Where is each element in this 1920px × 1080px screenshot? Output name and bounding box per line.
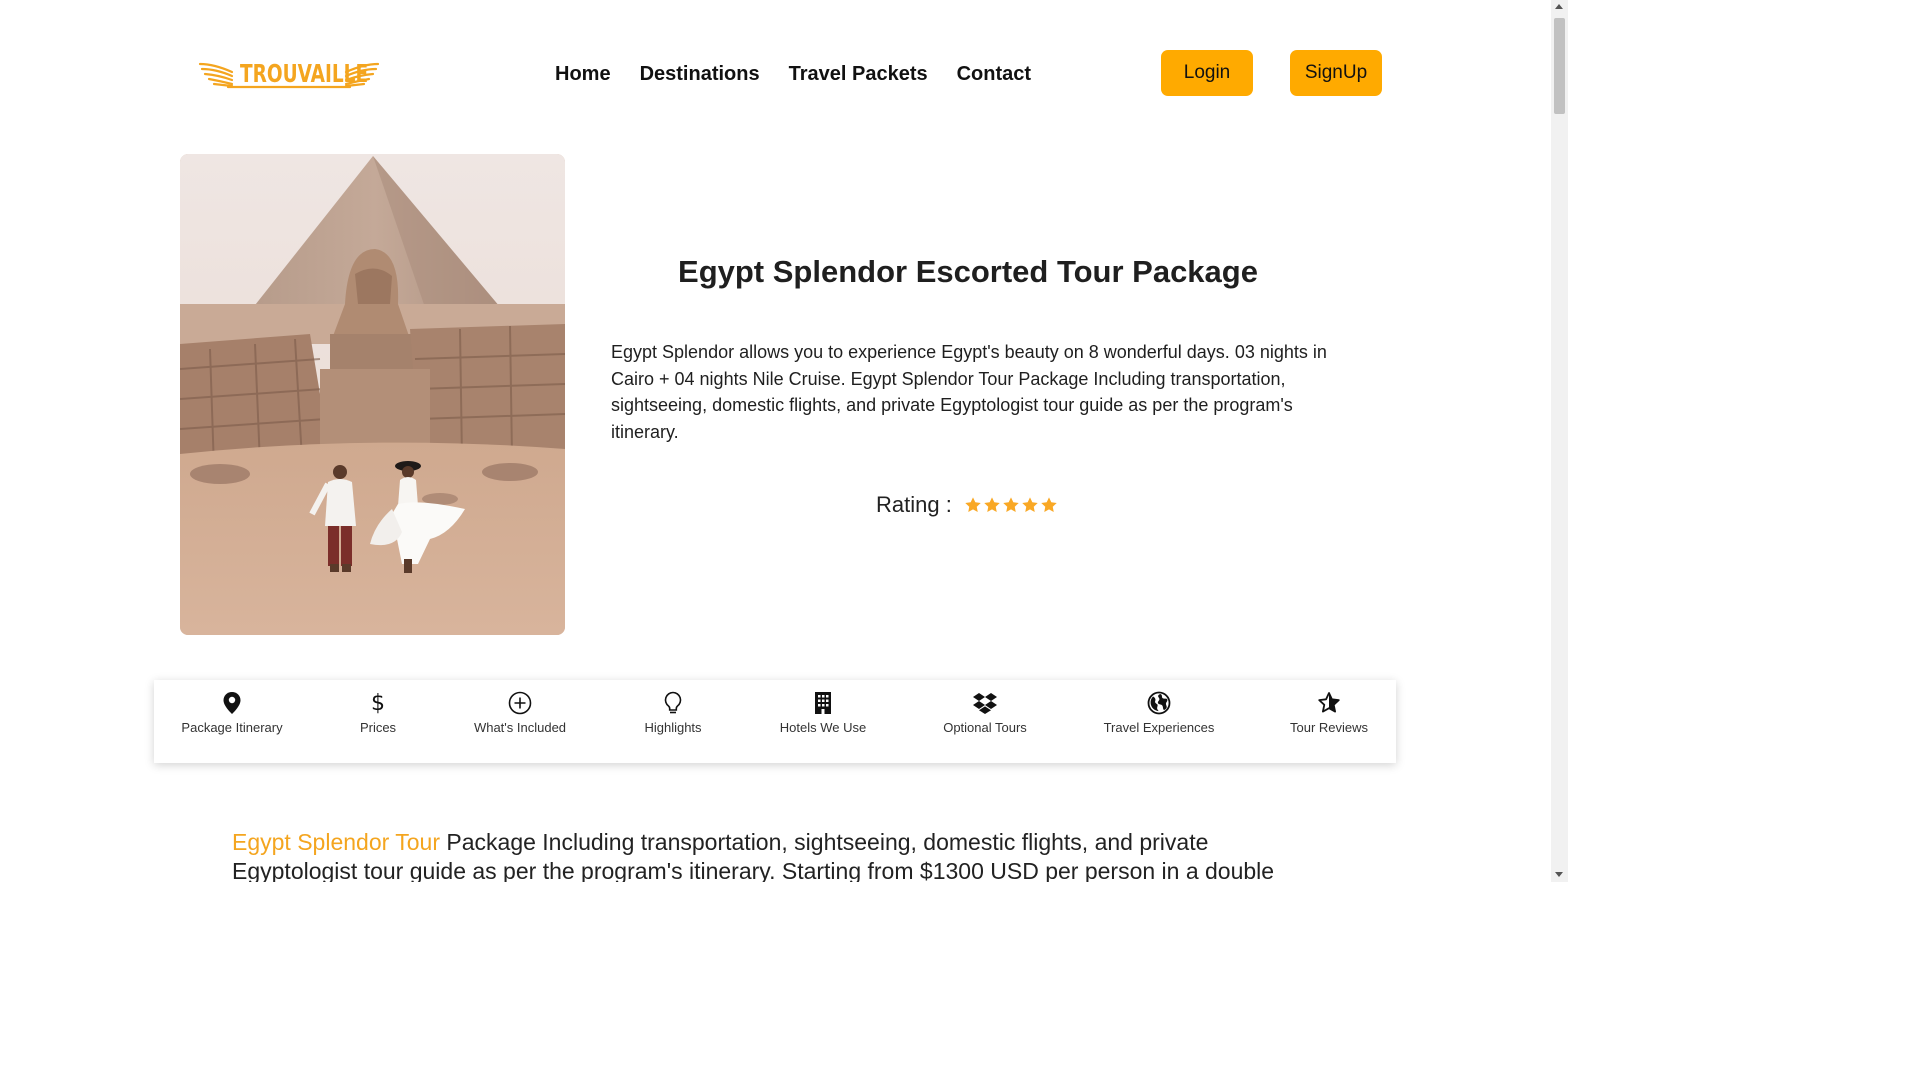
building-icon (811, 691, 835, 715)
tab-optional-tours[interactable]: Optional Tours (935, 680, 1035, 763)
lightbulb-icon (661, 691, 685, 715)
tab-label: Prices (359, 720, 397, 735)
main-nav: Home Destinations Travel Packets Contact (555, 61, 1031, 87)
map-pin-icon (220, 691, 244, 715)
dropbox-icon (973, 691, 997, 715)
scroll-up-arrow-icon[interactable] (1555, 4, 1563, 9)
globe-icon (1147, 691, 1171, 715)
tab-highlights[interactable]: Highlights (623, 680, 723, 763)
nav-destinations[interactable]: Destinations (640, 61, 760, 87)
login-button[interactable]: Login (1161, 50, 1253, 96)
nav-home[interactable]: Home (555, 61, 611, 87)
tour-title: Egypt Splendor Escorted Tour Package (678, 254, 1258, 289)
rating: Rating : (876, 492, 1058, 518)
star-icon (1022, 497, 1038, 513)
tab-label: Tour Reviews (1289, 720, 1369, 735)
package-summary: Egypt Splendor Tour Package Including tr… (232, 828, 1322, 882)
page: TROUVAILLE Home Destinations Travel Pack… (0, 0, 1568, 882)
tab-label: Highlights (644, 720, 702, 735)
tab-tour-reviews[interactable]: Tour Reviews (1279, 680, 1379, 763)
tab-label: Package Itinerary (181, 720, 283, 735)
tab-label: What's Included (473, 720, 567, 735)
tab-label: Hotels We Use (779, 720, 867, 735)
pyramid-sphinx-photo (180, 154, 565, 635)
star-icon (1003, 497, 1019, 513)
tour-tabs: Package Itinerary $ Prices What's Includ… (154, 680, 1396, 763)
tab-package-itinerary[interactable]: Package Itinerary (181, 680, 283, 763)
star-icon (984, 497, 1000, 513)
tour-description: Egypt Splendor allows you to experience … (611, 342, 1327, 442)
nav-contact[interactable]: Contact (957, 61, 1031, 87)
page-scrollbar[interactable] (1551, 0, 1568, 882)
tab-travel-experiences[interactable]: Travel Experiences (1099, 680, 1219, 763)
scroll-thumb[interactable] (1554, 18, 1565, 114)
hero-image (180, 154, 565, 635)
summary-highlight: Egypt Splendor Tour (232, 829, 440, 855)
dollar-icon: $ (371, 690, 385, 716)
star-icon (1041, 497, 1057, 513)
tab-label: Optional Tours (943, 720, 1027, 735)
tab-prices[interactable]: $ Prices (328, 680, 428, 763)
brand-name: TROUVAILLE (240, 59, 369, 88)
plus-circle-icon (508, 691, 532, 715)
scroll-down-arrow-icon[interactable] (1555, 872, 1563, 877)
brand-logo[interactable]: TROUVAILLE (198, 58, 380, 90)
signup-button[interactable]: SignUp (1290, 50, 1382, 96)
star-icon (1317, 691, 1341, 715)
star-icon (965, 497, 981, 513)
nav-travel-packets[interactable]: Travel Packets (789, 61, 928, 87)
tab-whats-included[interactable]: What's Included (470, 680, 570, 763)
rating-label: Rating : (876, 492, 952, 517)
tab-hotels-we-use[interactable]: Hotels We Use (773, 680, 873, 763)
tab-label: Travel Experiences (1103, 720, 1215, 735)
rating-stars (964, 496, 1058, 514)
